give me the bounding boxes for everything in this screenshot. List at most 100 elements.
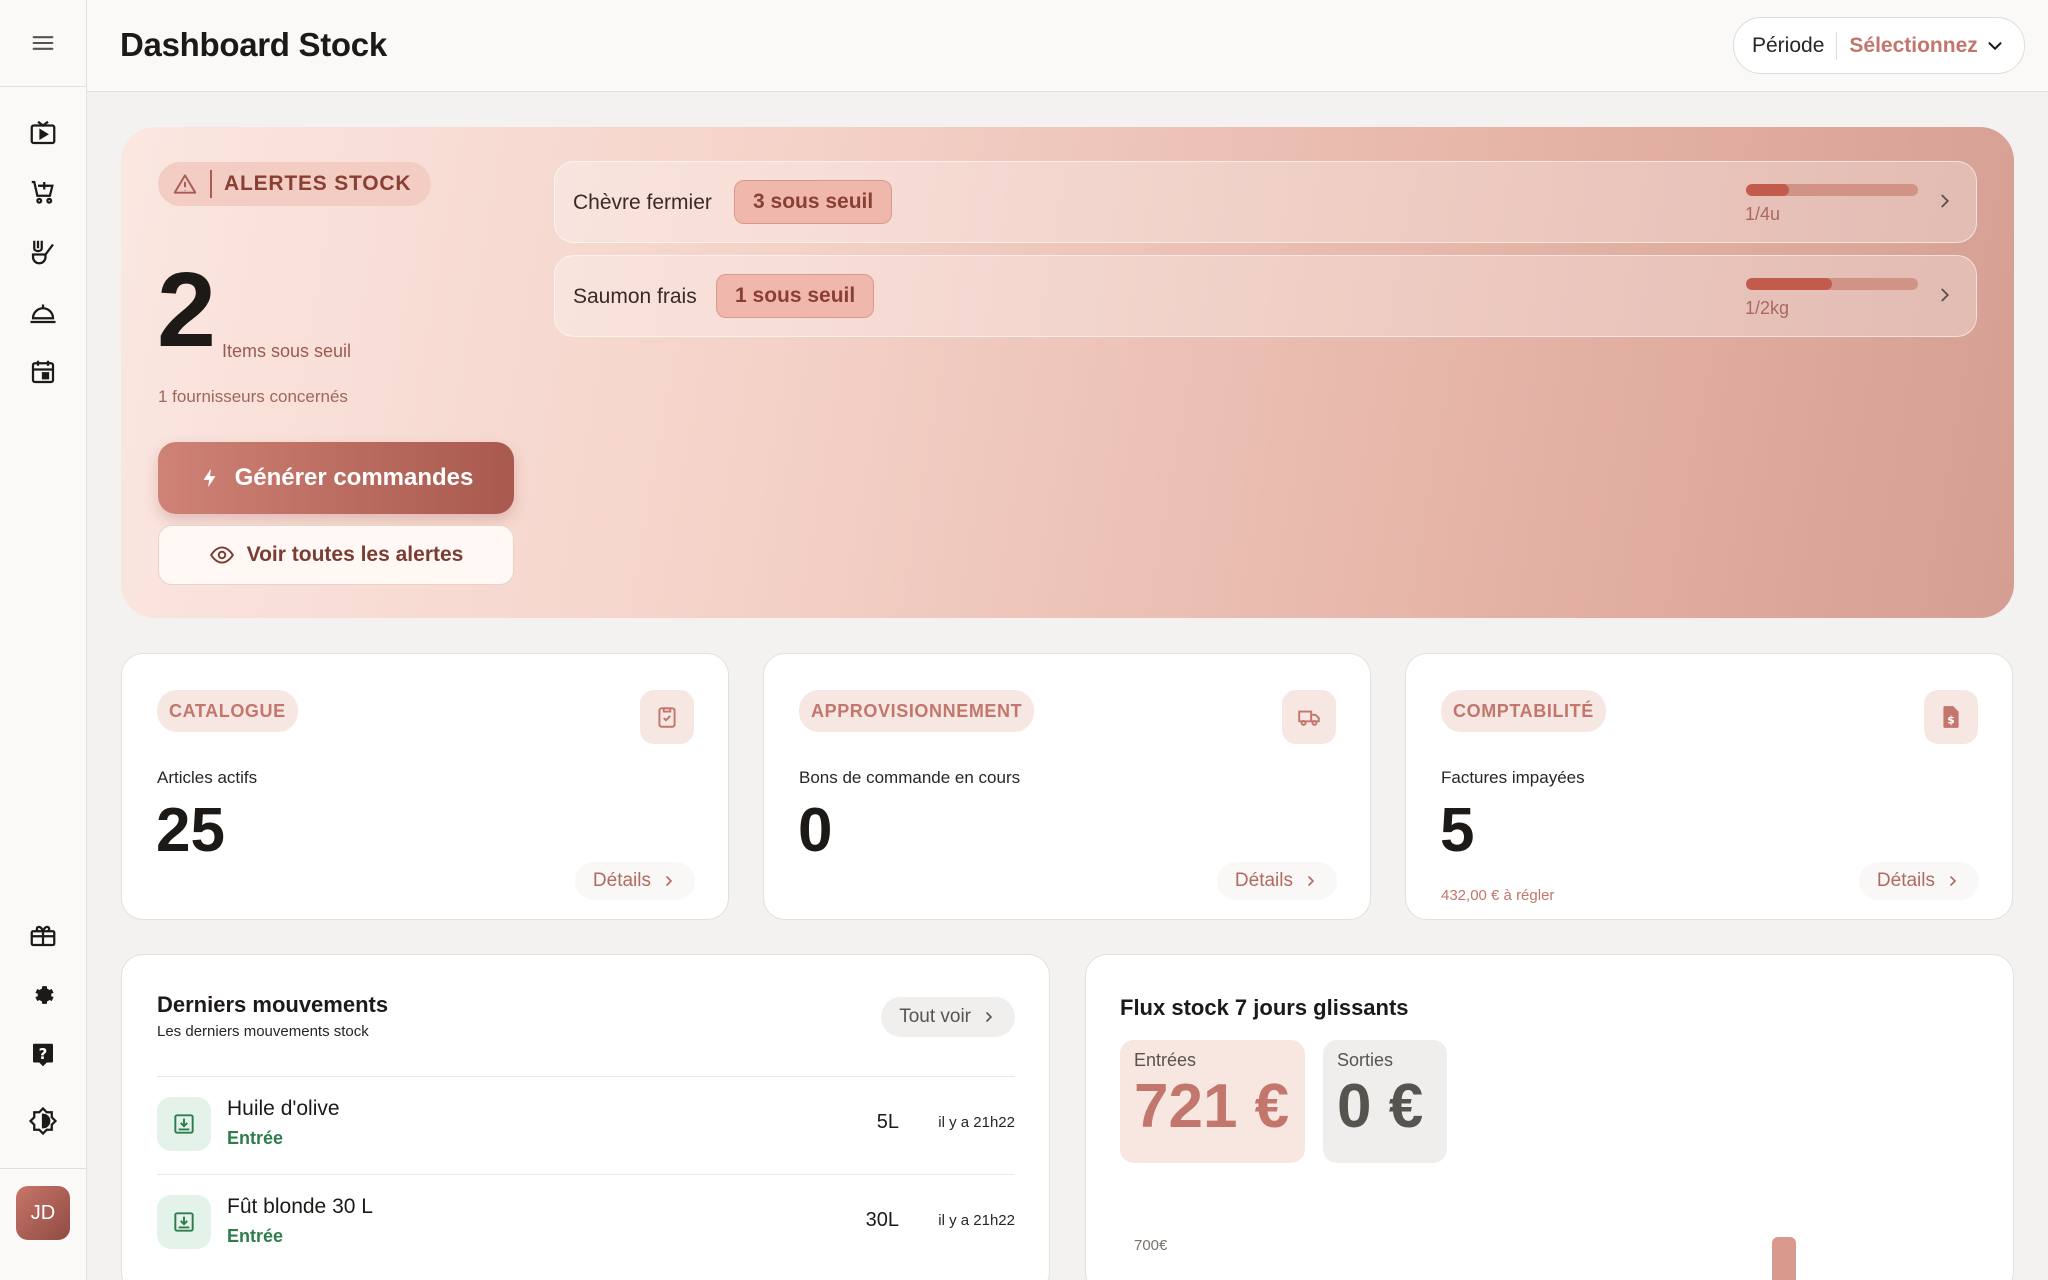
movement-time: il y a 21h22 xyxy=(938,1114,1015,1131)
movements-subtitle: Les derniers mouvements stock xyxy=(157,1023,369,1040)
period-separator xyxy=(1836,31,1838,60)
kpi-tag: COMPTABILITÉ xyxy=(1441,690,1606,732)
alert-item-qty: 1/2kg xyxy=(1745,298,1790,318)
view-all-alerts-button[interactable]: Voir toutes les alertes xyxy=(158,525,514,585)
stock-alerts-panel: ALERTES STOCK 2 Items sous seuil 1 fourn… xyxy=(121,127,2014,618)
alert-item-level-fill xyxy=(1746,184,1789,196)
chart-axis-label: 700€ xyxy=(1134,1237,1168,1254)
alert-item-chip: 1 sous seuil xyxy=(716,274,875,318)
svg-text:?: ? xyxy=(39,1045,48,1063)
kpi-label: Bons de commande en cours xyxy=(799,768,1021,787)
kpi-card-approvisionnement: APPROVISIONNEMENT Bons de commande en co… xyxy=(763,653,1371,920)
alert-item[interactable]: Saumon frais 1 sous seuil 1/2kg xyxy=(554,255,1977,337)
view-all-alerts-label: Voir toutes les alertes xyxy=(246,543,464,566)
period-value: Sélectionnez xyxy=(1849,33,1978,57)
kpi-value: 0 xyxy=(798,796,833,865)
cart-add-icon[interactable] xyxy=(22,171,64,213)
view-all-label: Tout voir xyxy=(899,1006,971,1027)
flux-title: Flux stock 7 jours glissants xyxy=(1120,995,1409,1020)
truck-icon xyxy=(1282,690,1336,744)
svg-text:$: $ xyxy=(1947,714,1955,727)
exits-value: 0 € xyxy=(1337,1072,1424,1141)
alert-item-name: Chèvre fermier xyxy=(573,191,712,214)
kpi-value: 5 xyxy=(1440,796,1475,865)
kpi-subtext: 432,00 € à régler xyxy=(1441,887,1555,904)
cloche-icon[interactable] xyxy=(22,291,64,333)
view-all-button[interactable]: Tout voir xyxy=(881,997,1015,1037)
movement-qty: 30L xyxy=(865,1209,899,1231)
sidebar-header xyxy=(0,0,86,87)
alert-item-level-track xyxy=(1746,278,1918,290)
warning-icon xyxy=(172,171,198,197)
page-title: Dashboard Stock xyxy=(120,26,387,63)
movement-row[interactable]: Huile d'olive Entrée 5L il y a 21h22 xyxy=(157,1076,1015,1174)
kpi-label: Factures impayées xyxy=(1441,768,1585,787)
entries-box: Entrées 721 € xyxy=(1120,1040,1305,1163)
sidebar: ? JD xyxy=(0,0,87,1280)
alerts-count: 2 xyxy=(157,251,216,369)
kpi-label: Articles actifs xyxy=(157,768,258,787)
chef-icon[interactable] xyxy=(22,231,64,273)
details-label: Détails xyxy=(1876,870,1935,891)
alert-item-name: Saumon frais xyxy=(573,285,697,308)
entries-label: Entrées xyxy=(1134,1050,1197,1070)
chart-bar xyxy=(1772,1237,1796,1280)
alert-item-qty: 1/4u xyxy=(1745,204,1781,224)
alert-item-chip: 3 sous seuil xyxy=(734,180,893,224)
calendar-icon[interactable] xyxy=(22,351,64,393)
eye-icon xyxy=(209,542,247,568)
chevron-right-icon xyxy=(1935,873,1961,889)
movements-title: Derniers mouvements xyxy=(157,992,389,1017)
movement-time: il y a 21h22 xyxy=(938,1212,1015,1229)
generate-orders-button[interactable]: Générer commandes xyxy=(158,442,514,514)
movement-row[interactable]: Fût blonde 30 L Entrée 30L il y a 21h22 xyxy=(157,1174,1015,1272)
exits-box: Sorties 0 € xyxy=(1323,1040,1447,1163)
help-icon[interactable]: ? xyxy=(22,1034,64,1076)
chevron-right-icon xyxy=(1293,873,1319,889)
alert-item-level-track xyxy=(1746,184,1918,196)
movement-name: Fût blonde 30 L xyxy=(227,1195,373,1218)
alert-item[interactable]: Chèvre fermier 3 sous seuil 1/4u xyxy=(554,161,1977,243)
chevron-right-icon xyxy=(651,873,677,889)
period-selector[interactable]: Période Sélectionnez xyxy=(1733,17,2025,74)
chevron-right-icon xyxy=(1934,190,1956,212)
tv-play-icon[interactable] xyxy=(22,112,64,154)
details-label: Détails xyxy=(592,870,651,891)
kpi-card-comptabilite: COMPTABILITÉ $ Factures impayées 5 432,0… xyxy=(1405,653,2013,920)
invoice-dollar-icon: $ xyxy=(1924,690,1978,744)
badge-divider xyxy=(210,170,212,198)
alerts-badge: ALERTES STOCK xyxy=(158,162,432,206)
generate-orders-label: Générer commandes xyxy=(234,464,474,491)
avatar[interactable]: JD xyxy=(16,1186,70,1240)
sidebar-divider xyxy=(0,1168,87,1169)
clipboard-check-icon xyxy=(640,690,694,744)
top-header: Dashboard Stock Période Sélectionnez xyxy=(87,0,2048,92)
gift-icon[interactable] xyxy=(22,914,64,956)
details-button[interactable]: Détails xyxy=(1216,862,1337,900)
movement-type: Entrée xyxy=(227,1226,284,1246)
details-button[interactable]: Détails xyxy=(1858,862,1979,900)
kpi-tag: CATALOGUE xyxy=(157,690,298,732)
period-label: Période xyxy=(1752,33,1825,57)
lightning-icon xyxy=(199,467,235,489)
exits-label: Sorties xyxy=(1337,1050,1394,1070)
entries-value: 721 € xyxy=(1134,1072,1290,1141)
details-button[interactable]: Détails xyxy=(574,862,695,900)
alerts-count-label: Items sous seuil xyxy=(222,341,352,361)
inbox-download-icon xyxy=(157,1195,211,1249)
suppliers-count: 1 fournisseurs concernés xyxy=(158,387,348,406)
inbox-download-icon xyxy=(157,1097,211,1151)
movement-type: Entrée xyxy=(227,1128,284,1148)
alerts-badge-label: ALERTES STOCK xyxy=(224,172,412,195)
alert-item-level-fill xyxy=(1746,278,1832,290)
menu-icon[interactable] xyxy=(29,29,57,57)
recent-movements-card: Derniers mouvements Les derniers mouveme… xyxy=(121,954,1050,1280)
movement-name: Huile d'olive xyxy=(227,1097,340,1120)
movement-qty: 5L xyxy=(876,1111,899,1133)
details-label: Détails xyxy=(1234,870,1293,891)
chevron-down-icon xyxy=(1984,35,2006,57)
stock-flow-card: Flux stock 7 jours glissants Entrées 721… xyxy=(1085,954,2014,1280)
gear-icon[interactable] xyxy=(22,974,64,1016)
theme-icon[interactable] xyxy=(22,1100,64,1142)
chevron-right-icon xyxy=(971,1009,997,1025)
